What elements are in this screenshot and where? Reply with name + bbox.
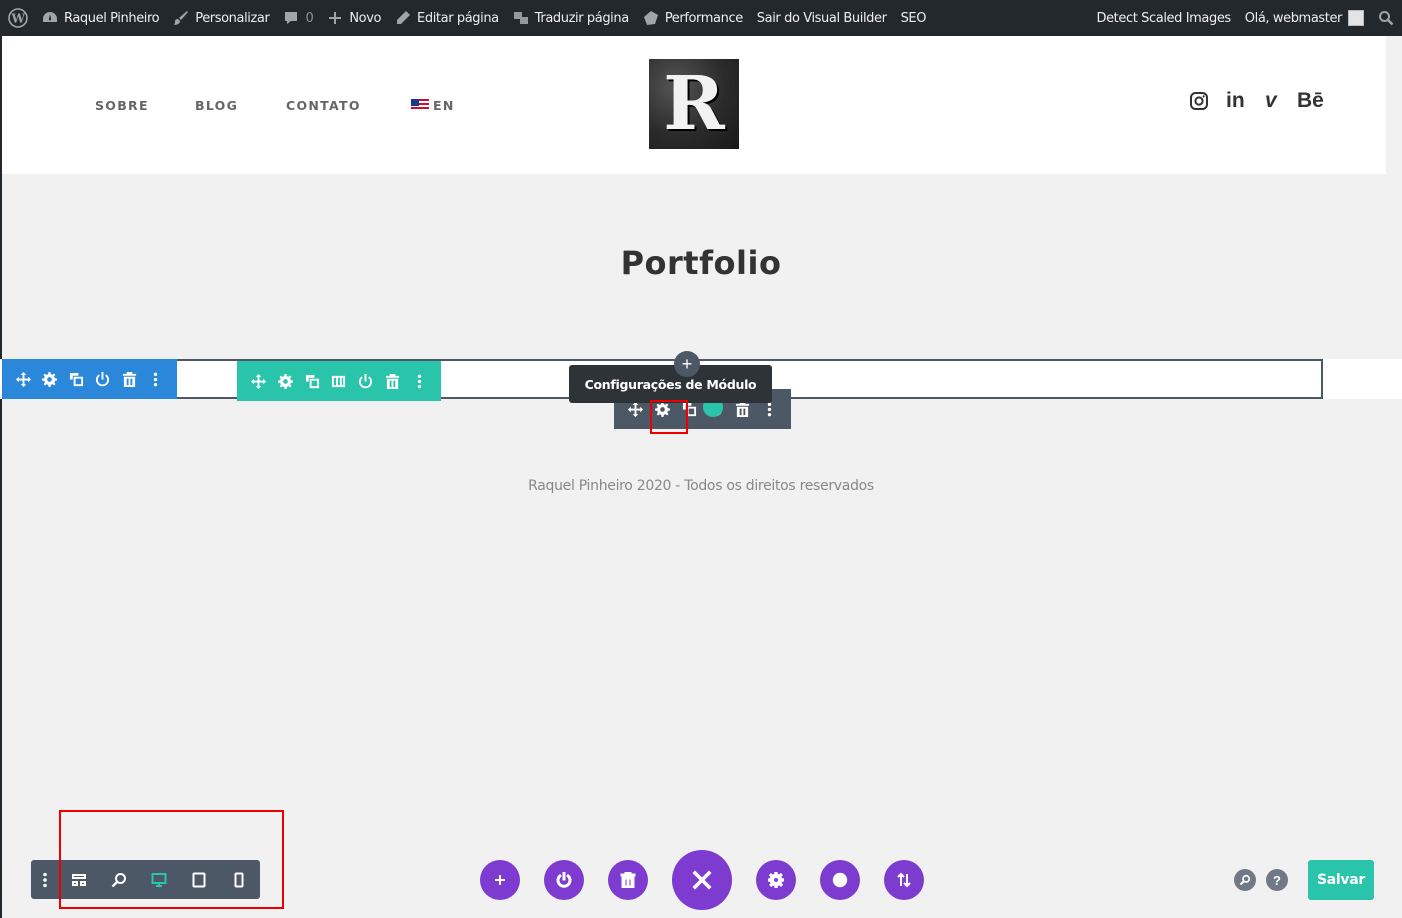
- page-title: Portfolio: [620, 244, 782, 282]
- trash-icon: [620, 872, 636, 888]
- close-settings-button[interactable]: [672, 850, 732, 910]
- customize-label: Personalizar: [195, 10, 270, 26]
- behance-icon[interactable]: Bē: [1297, 89, 1324, 113]
- page-settings-button[interactable]: [756, 860, 796, 900]
- logo-letter: R: [663, 61, 725, 147]
- highlight-box-view-modes: [59, 810, 284, 909]
- close-icon: [692, 870, 712, 890]
- dashboard-icon: [43, 12, 57, 22]
- row-toolbar: [237, 361, 441, 401]
- move-icon[interactable]: [13, 369, 33, 389]
- columns-icon[interactable]: [329, 371, 349, 391]
- power-icon: [556, 872, 572, 888]
- performance-label: Performance: [664, 10, 743, 26]
- gear-icon[interactable]: [40, 369, 60, 389]
- plus-icon: [495, 875, 505, 885]
- translate-icon: [513, 12, 528, 24]
- more-options-icon: [43, 872, 47, 887]
- linkedin-icon[interactable]: in: [1226, 89, 1245, 113]
- save-button[interactable]: Salvar: [1308, 860, 1374, 900]
- my-account-link[interactable]: Olá, webmaster: [1238, 0, 1371, 36]
- translate-page-label: Traduzir página: [534, 10, 629, 26]
- language-label: EN: [433, 98, 455, 113]
- trash-icon[interactable]: [383, 371, 403, 391]
- add-module-button[interactable]: [480, 860, 520, 900]
- site-logo[interactable]: R: [649, 59, 739, 149]
- nav-item-contato[interactable]: CONTATO: [286, 98, 361, 113]
- new-label: Novo: [349, 10, 382, 26]
- edit-page-label: Editar página: [417, 10, 499, 26]
- new-content-link[interactable]: Novo: [320, 0, 388, 36]
- clock-icon: [832, 872, 848, 888]
- plus-icon: [329, 12, 342, 24]
- highlight-box-settings: [650, 400, 688, 434]
- exit-visual-builder-link[interactable]: Sair do Visual Builder: [750, 0, 894, 36]
- vimeo-icon[interactable]: v: [1265, 89, 1277, 113]
- exit-visual-builder-label: Sair do Visual Builder: [756, 10, 887, 26]
- portability-button[interactable]: [544, 860, 584, 900]
- help-button[interactable]: ?: [1266, 869, 1288, 891]
- admin-search-button[interactable]: [1371, 0, 1402, 36]
- more-options-icon[interactable]: [146, 369, 166, 389]
- performance-link[interactable]: Performance: [636, 0, 750, 36]
- move-icon[interactable]: [248, 371, 268, 391]
- comment-icon: [285, 12, 298, 24]
- nav-item-sobre[interactable]: SOBRE: [95, 98, 149, 113]
- duplicate-icon[interactable]: [302, 371, 322, 391]
- svg-text:W: W: [10, 12, 25, 26]
- seo-link[interactable]: SEO: [894, 0, 934, 36]
- more-options-icon[interactable]: [409, 371, 429, 391]
- search-icon: [1239, 874, 1251, 886]
- detect-scaled-images-link[interactable]: Detect Scaled Images: [1089, 0, 1237, 36]
- search-icon: [1379, 11, 1394, 26]
- edit-page-link[interactable]: Editar página: [388, 0, 506, 36]
- page-layers-button[interactable]: [884, 860, 924, 900]
- gear-icon[interactable]: [275, 371, 295, 391]
- trash-icon[interactable]: [119, 369, 139, 389]
- gear-icon: [768, 872, 784, 888]
- language-switcher[interactable]: EN: [411, 98, 455, 113]
- comments-link[interactable]: 0: [276, 0, 320, 36]
- wp-admin-bar: W Raquel Pinheiro Personalizar 0 Novo Ed…: [0, 0, 1402, 36]
- footer-text: Raquel Pinheiro 2020 - Todos os direitos…: [528, 478, 874, 494]
- wordpress-logo-button[interactable]: W: [0, 0, 35, 36]
- instagram-icon[interactable]: [1189, 91, 1209, 117]
- customize-link[interactable]: Personalizar: [166, 0, 276, 36]
- site-name-label: Raquel Pinheiro: [64, 10, 160, 26]
- pencil-icon: [397, 11, 411, 24]
- duplicate-icon[interactable]: [66, 369, 86, 389]
- power-icon[interactable]: [93, 369, 113, 389]
- view-menu-button[interactable]: [31, 860, 59, 899]
- add-section-button[interactable]: +: [674, 351, 700, 377]
- performance-icon: [643, 11, 658, 25]
- seo-label: SEO: [900, 10, 927, 26]
- nav-item-blog[interactable]: BLOG: [195, 98, 238, 113]
- comments-count: 0: [305, 10, 314, 26]
- brush-icon: [174, 11, 189, 25]
- section-toolbar: [2, 359, 177, 399]
- us-flag-icon: [411, 99, 429, 111]
- avatar: [1348, 10, 1364, 26]
- history-button[interactable]: [820, 860, 860, 900]
- clear-layout-button[interactable]: [608, 860, 648, 900]
- module-settings-tooltip: Configurações de Módulo: [569, 365, 772, 403]
- site-name-link[interactable]: Raquel Pinheiro: [35, 0, 166, 36]
- translate-page-link[interactable]: Traduzir página: [506, 0, 636, 36]
- sort-arrows-icon: [897, 872, 911, 888]
- detect-scaled-images-label: Detect Scaled Images: [1096, 10, 1231, 26]
- wordpress-icon: W: [8, 8, 28, 28]
- builder-search-button[interactable]: [1234, 869, 1256, 891]
- greeting-label: Olá, webmaster: [1244, 10, 1343, 26]
- site-header: SOBRE BLOG CONTATO EN R in v Bē: [2, 36, 1386, 174]
- power-icon[interactable]: [356, 371, 376, 391]
